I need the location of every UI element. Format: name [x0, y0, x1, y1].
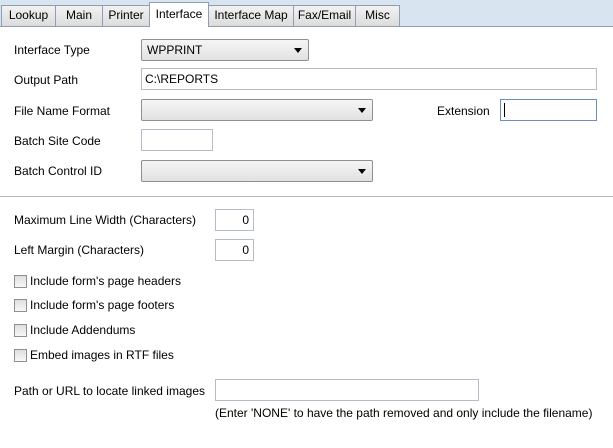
include-addendums-label: Include Addendums: [30, 323, 136, 337]
embed-images-rtf-label: Embed images in RTF files: [30, 348, 174, 362]
text-cursor: [504, 103, 505, 117]
chevron-down-icon: [358, 108, 366, 113]
tab-printer[interactable]: Printer: [102, 5, 150, 26]
extension-label: Extension: [437, 104, 490, 118]
linked-images-hint: (Enter 'NONE' to have the path removed a…: [215, 406, 593, 420]
batch-control-id-dropdown[interactable]: [141, 160, 373, 182]
chevron-down-icon: [358, 169, 366, 174]
chevron-down-icon: [294, 48, 302, 53]
linked-images-label: Path or URL to locate linked images: [14, 384, 205, 398]
tab-interface[interactable]: Interface: [149, 2, 209, 27]
left-margin-input[interactable]: 0: [215, 239, 254, 261]
interface-type-dropdown[interactable]: WPPRINT: [141, 39, 309, 61]
file-name-format-dropdown[interactable]: [141, 99, 373, 121]
include-page-footers-checkbox[interactable]: [14, 299, 27, 312]
max-line-width-label: Maximum Line Width (Characters): [14, 213, 197, 227]
tab-lookup[interactable]: Lookup: [1, 5, 56, 26]
tab-main[interactable]: Main: [55, 5, 103, 26]
interface-type-value: WPPRINT: [147, 43, 203, 57]
file-name-format-label: File Name Format: [14, 104, 111, 118]
include-addendums-checkbox[interactable]: [14, 324, 27, 337]
linked-images-input[interactable]: [215, 379, 479, 401]
max-line-width-value: 0: [242, 213, 249, 227]
include-page-footers-label: Include form's page footers: [30, 298, 175, 312]
embed-images-rtf-checkbox[interactable]: [14, 349, 27, 362]
left-margin-value: 0: [242, 243, 249, 257]
max-line-width-input[interactable]: 0: [215, 209, 254, 231]
section-divider: [0, 196, 613, 197]
output-path-value: C:\REPORTS: [145, 72, 219, 86]
batch-control-id-label: Batch Control ID: [14, 164, 103, 178]
tab-interface-map[interactable]: Interface Map: [208, 5, 294, 26]
left-margin-label: Left Margin (Characters): [14, 243, 145, 257]
output-path-label: Output Path: [14, 73, 79, 87]
output-path-input[interactable]: C:\REPORTS: [141, 68, 597, 90]
tab-bar: Lookup Main Printer Interface Interface …: [0, 0, 613, 27]
batch-site-code-input[interactable]: [141, 129, 213, 151]
batch-site-code-label: Batch Site Code: [14, 134, 101, 148]
tab-fax-email[interactable]: Fax/Email: [293, 5, 356, 26]
extension-input[interactable]: [500, 99, 597, 121]
interface-type-label: Interface Type: [14, 43, 90, 57]
tab-misc[interactable]: Misc: [355, 5, 400, 26]
include-page-headers-label: Include form's page headers: [30, 274, 182, 288]
include-page-headers-checkbox[interactable]: [14, 275, 27, 288]
